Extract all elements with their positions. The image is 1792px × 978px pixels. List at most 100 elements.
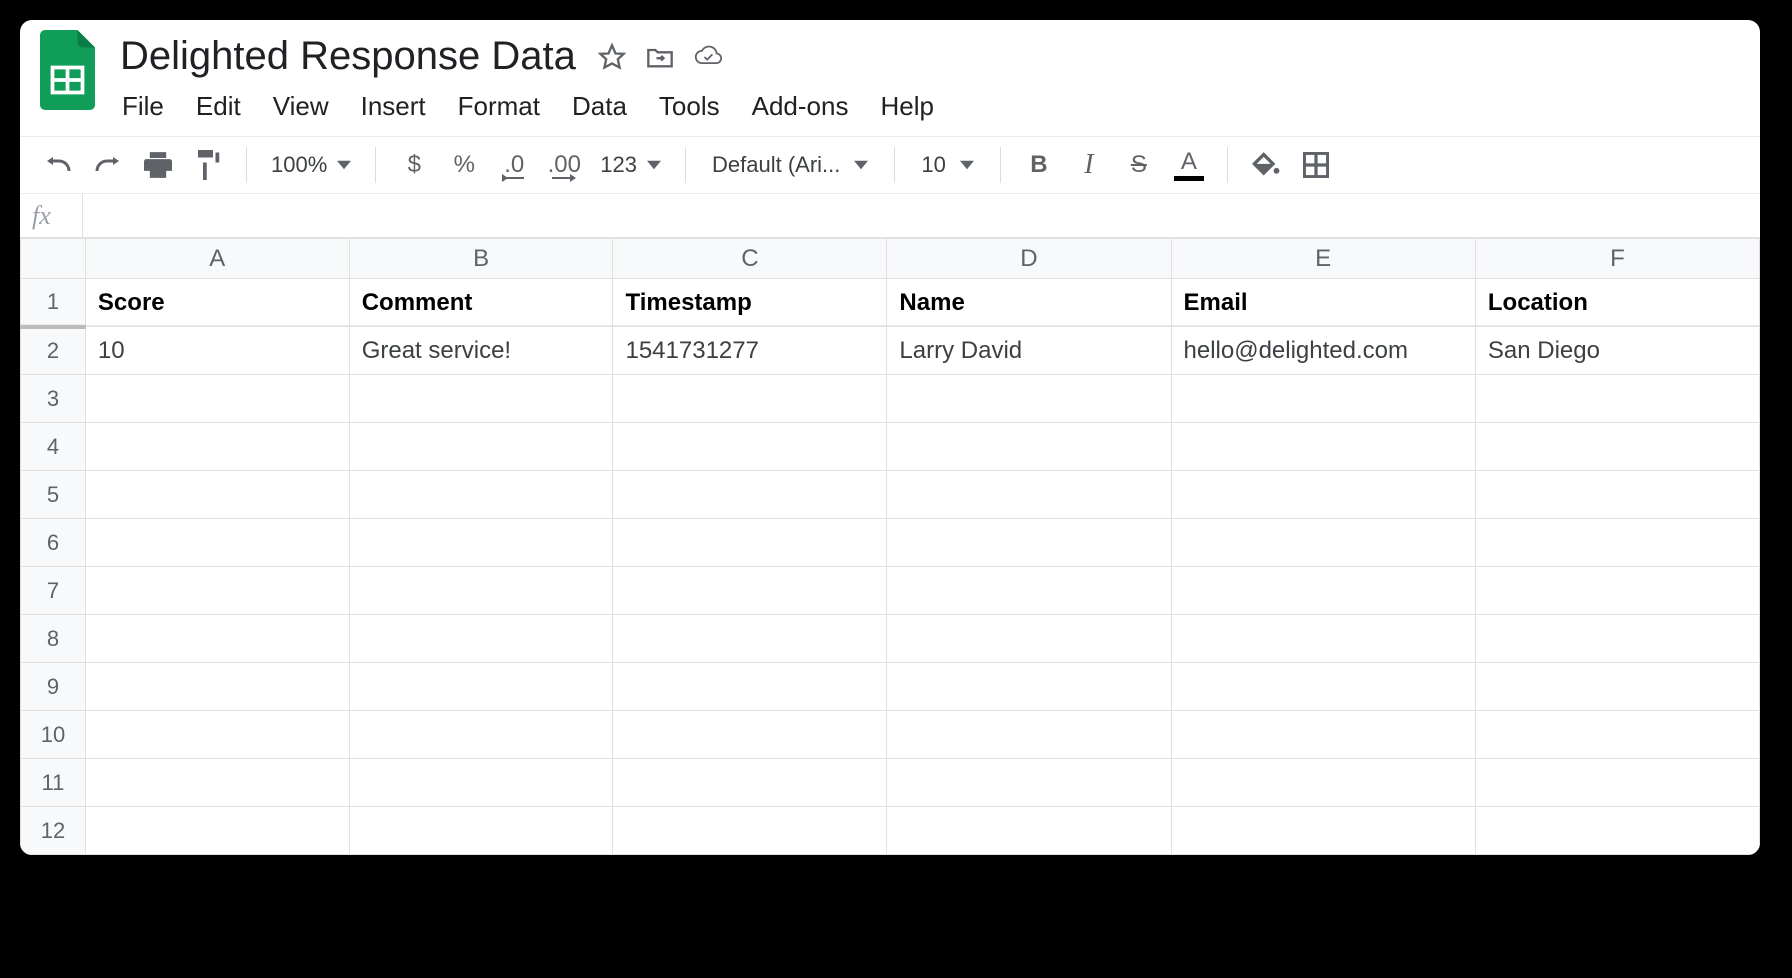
row-header-11[interactable]: 11 — [21, 759, 86, 807]
menu-data[interactable]: Data — [572, 91, 627, 122]
fill-color-icon[interactable] — [1248, 147, 1284, 183]
print-icon[interactable] — [140, 147, 176, 183]
menu-format[interactable]: Format — [458, 91, 540, 122]
cell-E1[interactable]: Email — [1171, 279, 1475, 327]
col-header-D[interactable]: D — [887, 239, 1171, 279]
cell-E11[interactable] — [1171, 759, 1475, 807]
cell-E6[interactable] — [1171, 519, 1475, 567]
cell-A9[interactable] — [85, 663, 349, 711]
col-header-F[interactable]: F — [1475, 239, 1759, 279]
menu-view[interactable]: View — [273, 91, 329, 122]
col-header-E[interactable]: E — [1171, 239, 1475, 279]
cell-F1[interactable]: Location — [1475, 279, 1759, 327]
cloud-saved-icon[interactable] — [694, 43, 722, 71]
row-header-6[interactable]: 6 — [21, 519, 86, 567]
cell-A1[interactable]: Score — [85, 279, 349, 327]
cell-B12[interactable] — [349, 807, 613, 855]
cell-D7[interactable] — [887, 567, 1171, 615]
cell-E7[interactable] — [1171, 567, 1475, 615]
row-header-1[interactable]: 1 — [21, 279, 86, 327]
move-icon[interactable] — [646, 43, 674, 71]
cell-B7[interactable] — [349, 567, 613, 615]
font-family-select[interactable]: Default (Ari... — [706, 152, 874, 178]
text-color-button[interactable]: A — [1171, 147, 1207, 183]
strikethrough-button[interactable]: S — [1121, 147, 1157, 183]
menu-insert[interactable]: Insert — [361, 91, 426, 122]
cell-A2[interactable]: 10 — [85, 327, 349, 375]
cell-A10[interactable] — [85, 711, 349, 759]
italic-button[interactable]: I — [1071, 147, 1107, 183]
cell-C4[interactable] — [613, 423, 887, 471]
cell-D3[interactable] — [887, 375, 1171, 423]
cell-E10[interactable] — [1171, 711, 1475, 759]
cell-C7[interactable] — [613, 567, 887, 615]
cell-F12[interactable] — [1475, 807, 1759, 855]
col-header-C[interactable]: C — [613, 239, 887, 279]
cell-F7[interactable] — [1475, 567, 1759, 615]
undo-icon[interactable] — [40, 147, 76, 183]
menu-addons[interactable]: Add-ons — [752, 91, 849, 122]
col-header-B[interactable]: B — [349, 239, 613, 279]
increase-decimal-button[interactable]: .00 — [546, 147, 582, 183]
cell-D12[interactable] — [887, 807, 1171, 855]
cell-A12[interactable] — [85, 807, 349, 855]
cell-A4[interactable] — [85, 423, 349, 471]
cell-F2[interactable]: San Diego — [1475, 327, 1759, 375]
cell-C6[interactable] — [613, 519, 887, 567]
col-header-A[interactable]: A — [85, 239, 349, 279]
decrease-decimal-button[interactable]: .0 — [496, 147, 532, 183]
cell-B4[interactable] — [349, 423, 613, 471]
cell-C8[interactable] — [613, 615, 887, 663]
cell-E3[interactable] — [1171, 375, 1475, 423]
font-size-select[interactable]: 10 — [915, 152, 979, 178]
cell-E8[interactable] — [1171, 615, 1475, 663]
borders-icon[interactable] — [1298, 147, 1334, 183]
cell-E4[interactable] — [1171, 423, 1475, 471]
row-header-3[interactable]: 3 — [21, 375, 86, 423]
cell-F9[interactable] — [1475, 663, 1759, 711]
cell-E9[interactable] — [1171, 663, 1475, 711]
cell-B11[interactable] — [349, 759, 613, 807]
cell-C9[interactable] — [613, 663, 887, 711]
spreadsheet-grid[interactable]: A B C D E F 1 Score Comment Timestamp Na… — [20, 238, 1760, 855]
cell-F11[interactable] — [1475, 759, 1759, 807]
cell-F3[interactable] — [1475, 375, 1759, 423]
cell-D8[interactable] — [887, 615, 1171, 663]
cell-D2[interactable]: Larry David — [887, 327, 1171, 375]
cell-A11[interactable] — [85, 759, 349, 807]
row-header-9[interactable]: 9 — [21, 663, 86, 711]
cell-B9[interactable] — [349, 663, 613, 711]
cell-B8[interactable] — [349, 615, 613, 663]
cell-B10[interactable] — [349, 711, 613, 759]
menu-edit[interactable]: Edit — [196, 91, 241, 122]
redo-icon[interactable] — [90, 147, 126, 183]
cell-C2[interactable]: 1541731277 — [613, 327, 887, 375]
document-title[interactable]: Delighted Response Data — [118, 30, 578, 83]
cell-C11[interactable] — [613, 759, 887, 807]
cell-F5[interactable] — [1475, 471, 1759, 519]
menu-help[interactable]: Help — [880, 91, 933, 122]
menu-tools[interactable]: Tools — [659, 91, 720, 122]
cell-A8[interactable] — [85, 615, 349, 663]
cell-B6[interactable] — [349, 519, 613, 567]
formula-input[interactable] — [82, 194, 1760, 237]
cell-F6[interactable] — [1475, 519, 1759, 567]
cell-D6[interactable] — [887, 519, 1171, 567]
cell-D10[interactable] — [887, 711, 1171, 759]
format-percent-button[interactable]: % — [446, 147, 482, 183]
zoom-select[interactable]: 100% — [267, 152, 355, 178]
row-header-4[interactable]: 4 — [21, 423, 86, 471]
cell-A5[interactable] — [85, 471, 349, 519]
cell-D5[interactable] — [887, 471, 1171, 519]
format-currency-button[interactable]: $ — [396, 147, 432, 183]
cell-F10[interactable] — [1475, 711, 1759, 759]
cell-C12[interactable] — [613, 807, 887, 855]
cell-D11[interactable] — [887, 759, 1171, 807]
cell-C1[interactable]: Timestamp — [613, 279, 887, 327]
cell-E12[interactable] — [1171, 807, 1475, 855]
cell-E2[interactable]: hello@delighted.com — [1171, 327, 1475, 375]
cell-A3[interactable] — [85, 375, 349, 423]
star-icon[interactable] — [598, 43, 626, 71]
cell-F8[interactable] — [1475, 615, 1759, 663]
row-header-5[interactable]: 5 — [21, 471, 86, 519]
